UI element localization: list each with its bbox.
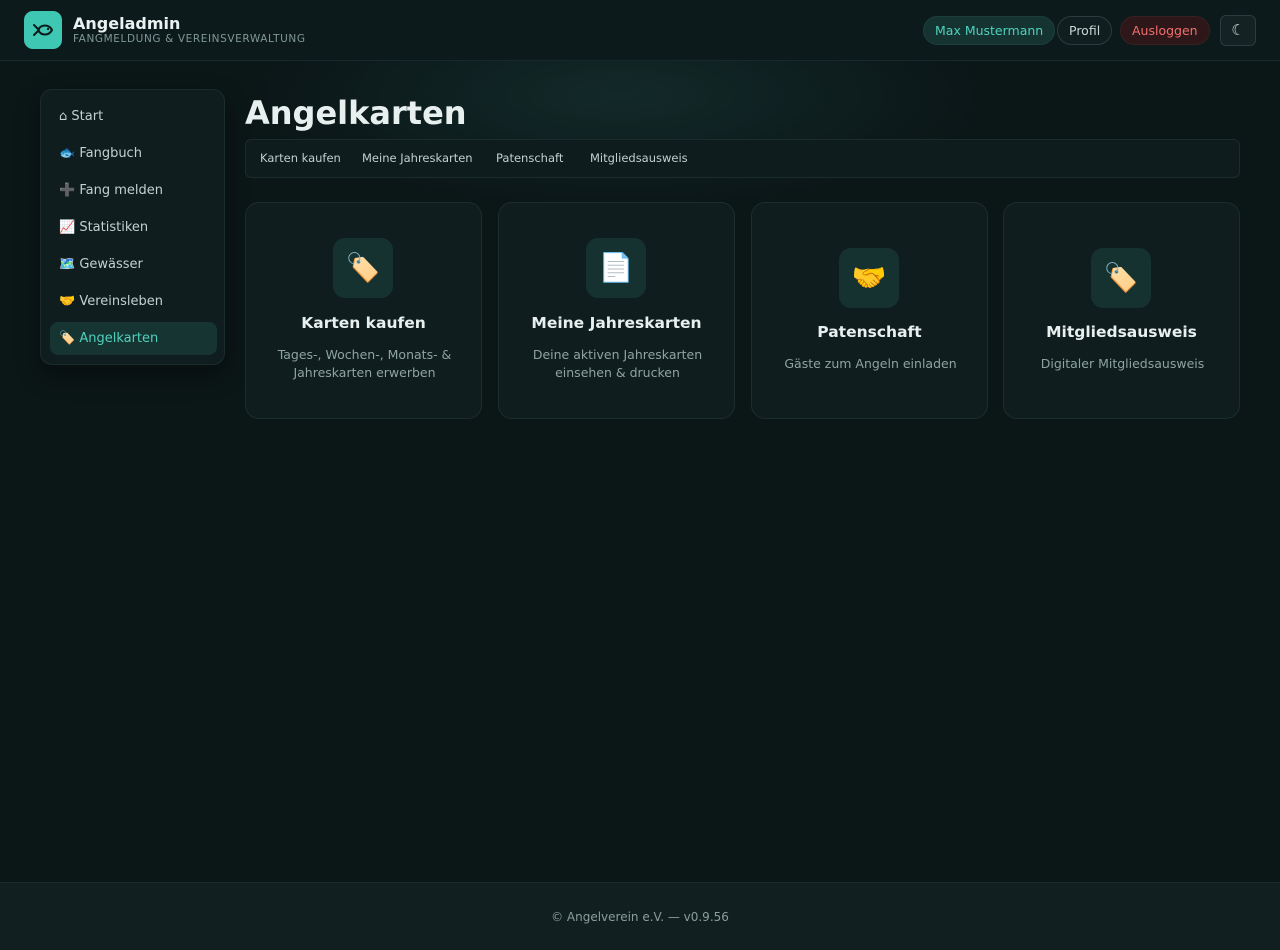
sidebar-item-statistiken[interactable]: 📈 Statistiken: [50, 211, 217, 244]
tab-karten-kaufen[interactable]: Karten kaufen: [260, 140, 341, 177]
sub-navigation: Karten kaufen Meine Jahreskarten Patensc…: [245, 139, 1240, 178]
sidebar-item-label: Vereinsleben: [79, 294, 163, 309]
tab-meine-jahreskarten[interactable]: Meine Jahreskarten: [362, 140, 473, 177]
tab-mitgliedsausweis[interactable]: Mitgliedsausweis: [590, 140, 688, 177]
sidebar-item-label: Angelkarten: [79, 331, 159, 346]
card-description: Deine aktiven Jahreskarten einsehen & dr…: [532, 347, 703, 380]
sidebar-item-start[interactable]: ⌂ Start: [50, 100, 217, 133]
document-icon: 📄: [586, 238, 646, 298]
moon-icon: ☾: [1231, 21, 1245, 39]
app-subtitle: FANGMELDUNG & VEREINSVERWALTUNG: [73, 33, 306, 45]
app-title: Angeladmin: [73, 14, 181, 33]
theme-toggle-button[interactable]: ☾: [1220, 15, 1256, 46]
card-description: Digitaler Mitgliedsausweis: [1040, 356, 1205, 371]
sidebar-item-label: Statistiken: [79, 220, 149, 235]
chart-icon: 📈: [59, 220, 76, 235]
tab-patenschaft[interactable]: Patenschaft: [496, 140, 563, 177]
sidebar-item-label: Fang melden: [79, 183, 163, 198]
card-meine-jahreskarten[interactable]: 📄 Meine Jahreskarten Deine aktiven Jahre…: [498, 202, 735, 419]
sidebar-item-gewaesser[interactable]: 🗺️ Gewässer: [50, 248, 217, 281]
card-title: Karten kaufen: [301, 314, 426, 332]
card-title: Patenschaft: [817, 323, 922, 341]
sidebar-item-label: Gewässer: [79, 257, 143, 272]
handshake-icon: 🤝: [59, 294, 76, 309]
sidebar-nav: ⌂ Start 🐟 Fangbuch ➕ Fang melden 📈 Stati…: [40, 89, 225, 365]
card-patenschaft[interactable]: 🤝 Patenschaft Gäste zum Angeln einladen: [751, 202, 988, 419]
card-karten-kaufen[interactable]: 🏷️ Karten kaufen Tages-, Wochen-, Monats…: [245, 202, 482, 419]
logout-button[interactable]: Ausloggen: [1120, 16, 1210, 45]
plus-icon: ➕: [59, 183, 76, 198]
page-footer: © Angelverein e.V. — v0.9.56: [0, 882, 1280, 950]
handshake-icon: 🤝: [839, 248, 899, 308]
sidebar-item-angelkarten[interactable]: 🏷️ Angelkarten: [50, 322, 217, 355]
card-title: Mitgliedsausweis: [1046, 323, 1197, 341]
card-description: Gäste zum Angeln einladen: [784, 356, 957, 371]
map-icon: 🗺️: [59, 257, 76, 272]
fish-icon: 🐟: [59, 146, 76, 161]
top-header: Angeladmin FANGMELDUNG & VEREINSVERWALTU…: [0, 0, 1280, 61]
sidebar-item-label: Fangbuch: [79, 146, 142, 161]
sidebar-item-label: Start: [71, 109, 104, 124]
page-title: Angelkarten: [245, 94, 467, 132]
sidebar-item-vereinsleben[interactable]: 🤝 Vereinsleben: [50, 285, 217, 318]
sidebar-item-fangbuch[interactable]: 🐟 Fangbuch: [50, 137, 217, 170]
card-mitgliedsausweis[interactable]: 🏷️ Mitgliedsausweis Digitaler Mitgliedsa…: [1003, 202, 1240, 419]
card-description: Tages-, Wochen-, Monats- & Jahreskarten …: [277, 347, 452, 380]
footer-text: © Angelverein e.V. — v0.9.56: [551, 910, 729, 924]
tag-icon: 🏷️: [59, 331, 76, 346]
home-icon: ⌂: [59, 109, 68, 124]
tag-icon: 🏷️: [333, 238, 393, 298]
card-title: Meine Jahreskarten: [531, 314, 702, 332]
sidebar-item-fang-melden[interactable]: ➕ Fang melden: [50, 174, 217, 207]
tag-icon: 🏷️: [1091, 248, 1151, 308]
user-name-badge[interactable]: Max Mustermann: [923, 16, 1056, 45]
profile-button[interactable]: Profil: [1057, 16, 1113, 45]
fish-icon[interactable]: [24, 11, 62, 49]
